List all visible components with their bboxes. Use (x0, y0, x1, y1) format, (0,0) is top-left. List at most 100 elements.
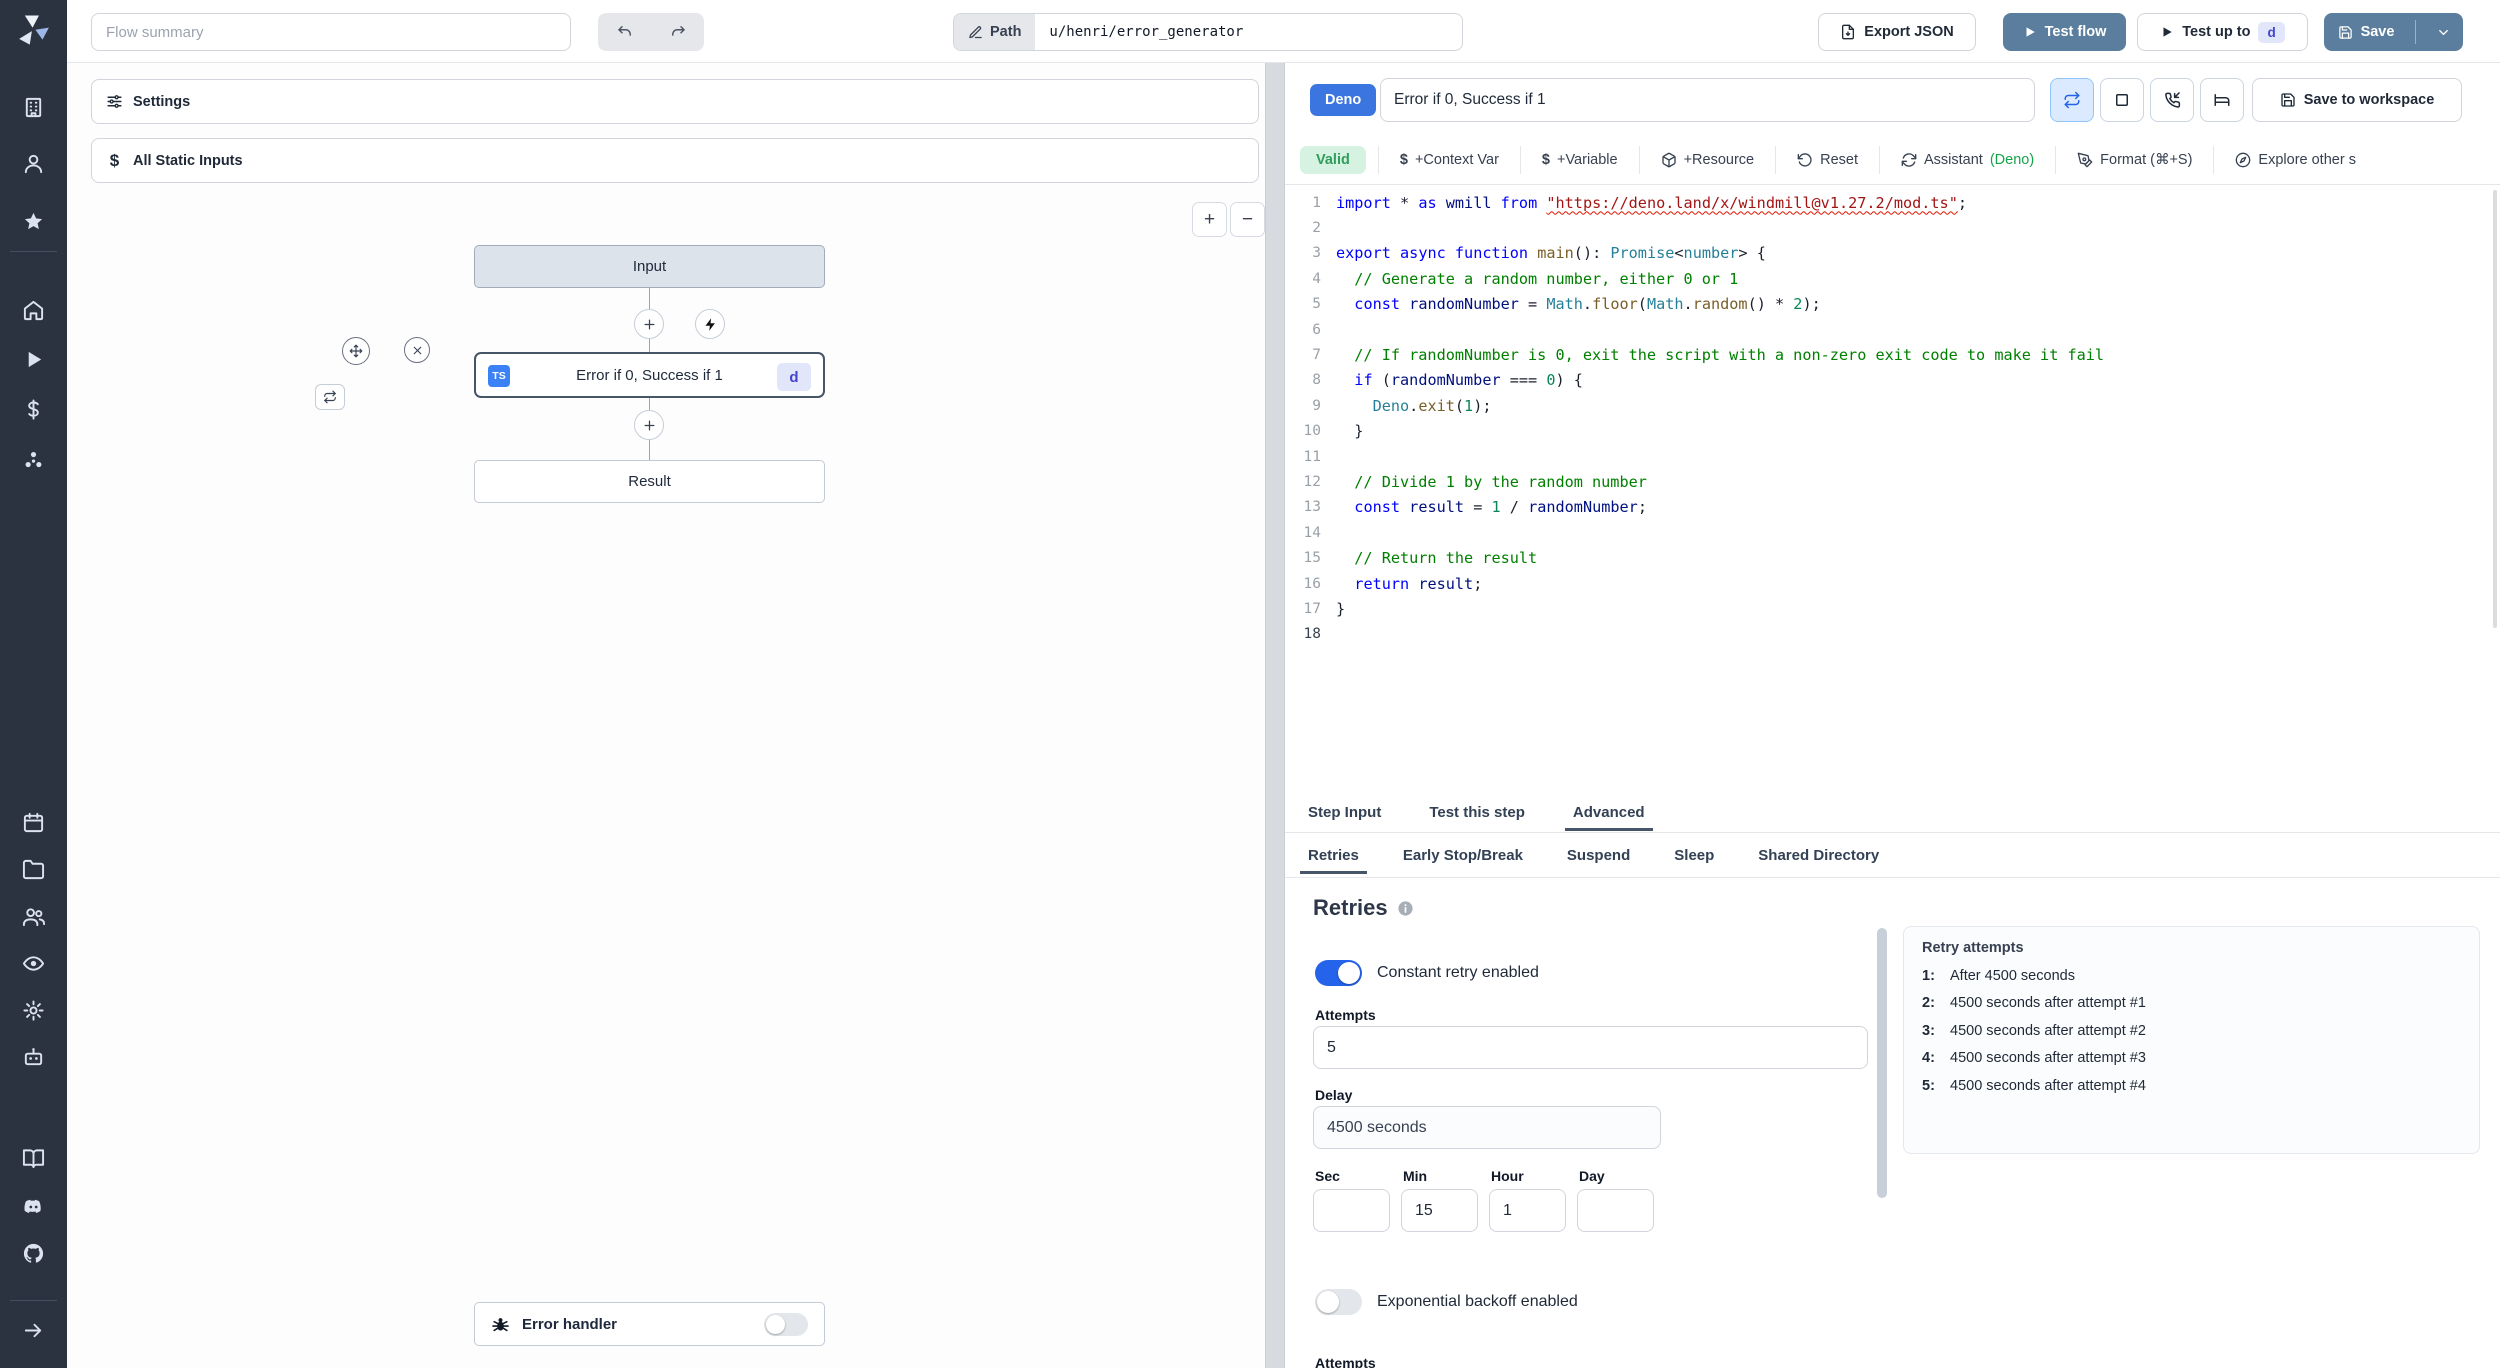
add-step-button[interactable] (634, 410, 664, 440)
add-step-button[interactable] (634, 309, 664, 339)
sleep-button[interactable] (2200, 78, 2244, 122)
sidebar-gear-icon[interactable] (22, 999, 45, 1022)
export-json-button[interactable]: Export JSON (1818, 13, 1976, 51)
sidebar-arrow-right-icon[interactable] (22, 1319, 45, 1342)
error-handler-toggle[interactable] (764, 1312, 808, 1336)
assistant-button[interactable]: Assistant (Deno) (1879, 145, 2055, 174)
sidebar-book-icon[interactable] (22, 1147, 45, 1170)
code-line[interactable]: 15 // Return the result (1285, 545, 2500, 570)
code-line[interactable]: 16 return result; (1285, 571, 2500, 596)
retries-toggle-button[interactable] (2050, 78, 2094, 122)
add-resource-button[interactable]: +Resource (1638, 145, 1776, 174)
code-line[interactable]: 17} (1285, 596, 2500, 621)
trigger-bolt-button[interactable] (695, 309, 725, 339)
subtab-shared-directory[interactable]: Shared Directory (1756, 838, 1881, 873)
chevron-down-icon (2438, 29, 2448, 35)
error-handler-box[interactable]: Error handler (474, 1302, 825, 1346)
all-static-inputs-button[interactable]: $ All Static Inputs (91, 138, 1259, 183)
move-step-button[interactable] (342, 337, 370, 365)
code-line[interactable]: 12 // Divide 1 by the random number (1285, 469, 2500, 494)
retry-indicator-badge[interactable] (315, 384, 345, 410)
undo-button[interactable] (598, 13, 651, 51)
code-line[interactable]: 5 const randomNumber = Math.floor(Math.r… (1285, 292, 2500, 317)
info-icon[interactable] (1397, 900, 1414, 917)
exponential-backoff-toggle[interactable] (1315, 1289, 1362, 1315)
reset-button[interactable]: Reset (1775, 145, 1879, 174)
min-input[interactable] (1401, 1189, 1478, 1232)
save-button[interactable]: Save (2325, 14, 2407, 50)
explore-scripts-button[interactable]: Explore other s (2213, 145, 2377, 174)
sidebar-users-icon[interactable] (22, 905, 45, 928)
dollar-icon: $ (1541, 151, 1550, 168)
code-line[interactable]: 1 import * as wmill from "https://deno.la… (1285, 190, 2500, 215)
sidebar-robot-icon[interactable] (22, 1046, 45, 1069)
flow-node-input[interactable]: Input (474, 245, 825, 288)
redo-button[interactable] (651, 13, 704, 51)
code-editor[interactable]: 1 import * as wmill from "https://deno.la… (1285, 185, 2500, 792)
code-line[interactable]: 8 if (randomNumber === 0) { (1285, 368, 2500, 393)
code-line[interactable]: 7 // If randomNumber is 0, exit the scri… (1285, 342, 2500, 367)
constant-retry-toggle[interactable] (1315, 960, 1362, 986)
code-line[interactable]: 13 const result = 1 / randomNumber; (1285, 495, 2500, 520)
save-dropdown-button[interactable] (2424, 14, 2462, 50)
editor-scrollbar[interactable] (2493, 190, 2497, 628)
subtab-suspend[interactable]: Suspend (1565, 838, 1632, 873)
suspend-button[interactable] (2150, 78, 2194, 122)
windmill-logo-icon[interactable] (17, 12, 51, 46)
flow-node-step[interactable]: TS Error if 0, Success if 1 d (474, 352, 825, 398)
file-download-icon (1842, 24, 1855, 40)
sidebar-resources-icon[interactable] (22, 449, 45, 472)
sidebar-home-icon[interactable] (22, 299, 45, 322)
sidebar-play-icon[interactable] (22, 348, 45, 371)
content-scrollbar[interactable] (1877, 928, 1887, 1198)
tab-test-this-step[interactable]: Test this step (1427, 795, 1527, 830)
code-line[interactable]: 6 (1285, 317, 2500, 342)
delete-step-button[interactable] (404, 337, 430, 363)
add-variable-button[interactable]: $ +Variable (1519, 145, 1639, 174)
add-context-var-button[interactable]: $ +Context Var (1377, 145, 1520, 174)
test-up-to-button[interactable]: Test up to d (2137, 13, 2308, 51)
tab-step-input[interactable]: Step Input (1306, 795, 1383, 830)
flow-settings-button[interactable]: Settings (91, 79, 1259, 124)
sidebar-building-icon[interactable] (22, 96, 45, 119)
code-line[interactable]: 3 export async function main(): Promise<n… (1285, 241, 2500, 266)
code-line[interactable]: 10 } (1285, 419, 2500, 444)
panel-resize-handle[interactable] (1265, 63, 1285, 1368)
code-line[interactable]: 14 (1285, 520, 2500, 545)
code-line[interactable]: 18 (1285, 622, 2500, 647)
subtab-retries[interactable]: Retries (1300, 838, 1367, 874)
path-value[interactable]: u/henri/error_generator (1035, 14, 1257, 50)
test-flow-button[interactable]: Test flow (2003, 13, 2126, 51)
attempts-input[interactable] (1313, 1026, 1868, 1069)
sidebar-star-icon[interactable] (22, 210, 45, 233)
code-line[interactable]: 11 (1285, 444, 2500, 469)
sidebar-eye-icon[interactable] (22, 952, 45, 975)
sidebar-github-icon[interactable] (22, 1242, 45, 1265)
format-button[interactable]: Format (⌘+S) (2055, 145, 2213, 174)
sec-input[interactable] (1313, 1189, 1390, 1232)
code-line[interactable]: 9 Deno.exit(1); (1285, 393, 2500, 418)
sidebar-dollar-icon[interactable] (22, 398, 45, 421)
code-line[interactable]: 4 // Generate a random number, either 0 … (1285, 266, 2500, 291)
path-field[interactable]: Path u/henri/error_generator (953, 13, 1463, 51)
zoom-out-button[interactable]: − (1230, 202, 1265, 237)
min-label: Min (1403, 1168, 1428, 1184)
zoom-in-button[interactable]: + (1192, 202, 1227, 237)
sidebar-user-icon[interactable] (22, 152, 45, 175)
step-name-input[interactable]: Error if 0, Success if 1 (1380, 78, 2035, 122)
save-to-workspace-button[interactable]: Save to workspace (2252, 78, 2462, 122)
tab-advanced[interactable]: Advanced (1564, 795, 1653, 831)
subtab-sleep[interactable]: Sleep (1672, 838, 1716, 873)
sidebar-calendar-icon[interactable] (22, 811, 45, 834)
flow-summary-input[interactable]: Flow summary (91, 13, 571, 51)
stop-button[interactable] (2100, 78, 2144, 122)
sidebar-folder-icon[interactable] (22, 858, 45, 881)
subtab-early-stop[interactable]: Early Stop/Break (1401, 838, 1525, 873)
hour-input[interactable] (1489, 1189, 1566, 1232)
sidebar-discord-icon[interactable] (22, 1195, 45, 1218)
button-divider (2415, 20, 2416, 44)
code-line[interactable]: 2 (1285, 215, 2500, 240)
flow-node-result[interactable]: Result (474, 460, 825, 503)
delay-input[interactable] (1313, 1106, 1661, 1149)
day-input[interactable] (1577, 1189, 1654, 1232)
